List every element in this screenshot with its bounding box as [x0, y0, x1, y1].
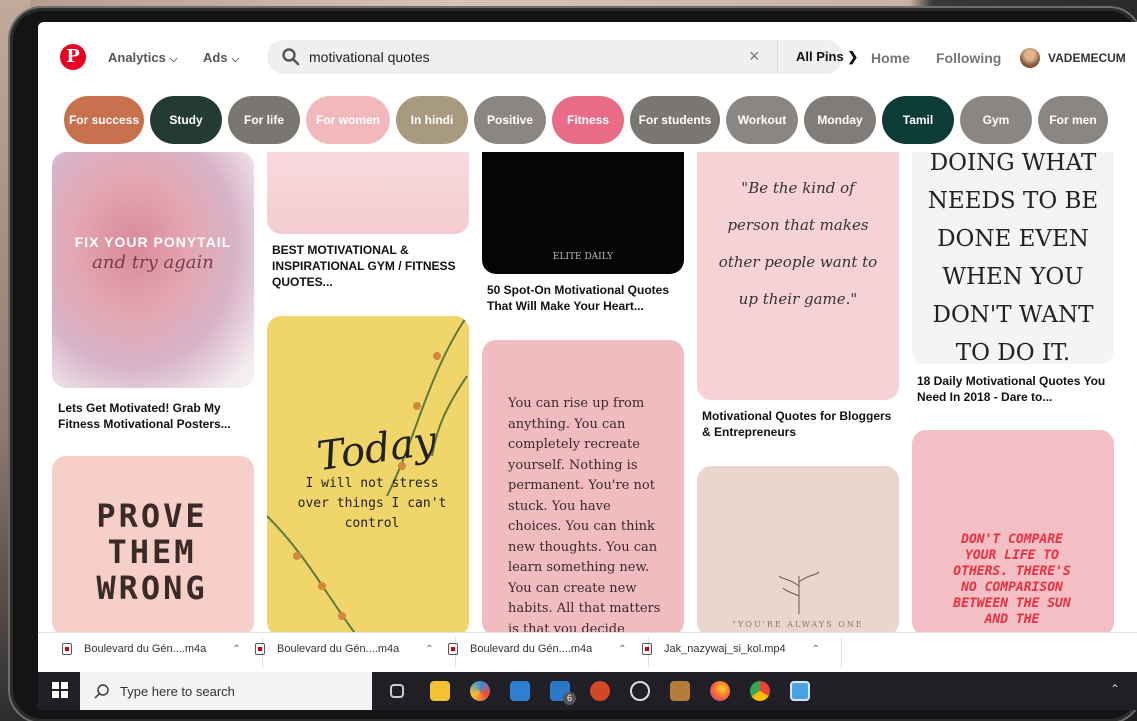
downloads-bar: Boulevard du Gén....m4a ⌃ Boulevard du Gé… — [38, 632, 1137, 672]
pin-text-script: and try again — [92, 252, 214, 273]
pin-text: DON'T COMPARE YOUR LIFE TO OTHERS. THERE… — [953, 532, 1071, 627]
pin-fix-your-ponytail[interactable]: FIX YOUR PONYTAIL and try again — [52, 152, 254, 388]
pin-prove-them-wrong[interactable]: PROVE THEM WRONG — [52, 456, 254, 636]
pin-quote: DOING WHAT NEEDS TO BE DONE EVEN WHEN YO… — [927, 152, 1099, 364]
pin-you-can-rise-up[interactable]: You can rise up from anything. You can c… — [482, 340, 684, 636]
chevron-up-icon[interactable]: ⌃ — [425, 644, 433, 655]
search-icon — [282, 48, 300, 66]
pinterest-header: P Analytics ⌵ Ads ⌵ motivational quotes × … — [38, 22, 1137, 90]
following-link[interactable]: Following — [936, 50, 1001, 66]
chip-fitness[interactable]: Fitness — [552, 96, 624, 144]
pin-caption[interactable]: 50 Spot-On Motivational Quotes That Will… — [487, 282, 683, 314]
pin-today-i-will-not[interactable]: Today I will not stress over things I ca… — [267, 316, 469, 636]
pin-text: I will not stress over things I can't co… — [297, 476, 447, 531]
pin-dont-compare[interactable]: DON'T COMPARE YOUR LIFE TO OTHERS. THERE… — [912, 430, 1114, 636]
chip-workout[interactable]: Workout — [726, 96, 798, 144]
file-icon — [448, 643, 458, 655]
mail-badge: 6 — [563, 692, 576, 705]
file-icon — [62, 643, 72, 655]
pin-text: You can rise up from anything. You can c… — [508, 396, 661, 636]
windows-start-icon[interactable] — [52, 682, 68, 698]
chip-for-women[interactable]: For women — [306, 96, 390, 144]
chrome-icon[interactable] — [750, 681, 770, 701]
home-link[interactable]: Home — [871, 50, 910, 66]
profile-name[interactable]: VADEMECUM — [1048, 51, 1126, 65]
search-input[interactable]: motivational quotes — [309, 49, 430, 65]
pin-quote: "Be the kind of person that makes other … — [718, 179, 878, 308]
task-view-icon[interactable] — [390, 684, 404, 698]
pinterest-logo-icon[interactable]: P — [60, 44, 86, 70]
pin-youre-always-one[interactable]: "YOU'RE ALWAYS ONE — [697, 466, 899, 636]
file-icon — [255, 643, 265, 655]
chip-study[interactable]: Study — [150, 96, 222, 144]
app-icon[interactable] — [470, 681, 490, 701]
pin-caption[interactable]: Motivational Quotes for Bloggers & Entre… — [702, 408, 898, 440]
mail-icon[interactable]: 6 — [550, 681, 576, 705]
browser-screen: P Analytics ⌵ Ads ⌵ motivational quotes × … — [38, 22, 1137, 710]
pin-brand: ELITE DAILY — [552, 252, 614, 262]
pin-caption[interactable]: Lets Get Motivated! Grab My Fitness Moti… — [58, 400, 248, 432]
chevron-down-icon: ❯ — [847, 49, 859, 64]
clear-search-icon[interactable]: × — [749, 46, 760, 67]
chip-in-hindi[interactable]: In hindi — [396, 96, 468, 144]
chip-positive[interactable]: Positive — [474, 96, 546, 144]
avatar[interactable] — [1020, 48, 1040, 68]
ads-menu[interactable]: Ads ⌵ — [203, 50, 239, 65]
pin-caption[interactable]: 18 Daily Motivational Quotes You Need In… — [917, 373, 1117, 405]
download-item[interactable]: Boulevard du Gén....m4a ⌃ — [62, 637, 263, 667]
chip-for-life[interactable]: For life — [228, 96, 300, 144]
all-pins-filter[interactable]: All Pins ❯ — [777, 40, 858, 74]
chevron-up-icon[interactable]: ⌃ — [812, 644, 820, 655]
analytics-menu[interactable]: Analytics ⌵ — [108, 50, 177, 65]
openai-app-icon[interactable] — [630, 681, 650, 701]
firefox-icon[interactable] — [710, 681, 730, 701]
download-item[interactable]: Boulevard du Gén....m4a ⌃ — [448, 637, 649, 667]
pin-elite-daily[interactable]: ELITE DAILY — [482, 152, 684, 274]
pin-caption[interactable]: BEST MOTIVATIONAL & INSPIRATIONAL GYM / … — [272, 242, 468, 290]
chevron-down-icon: ⌵ — [169, 54, 178, 65]
botanical-sketch-icon — [778, 571, 820, 614]
search-icon — [94, 684, 109, 699]
pin-best-gym-quotes[interactable] — [267, 152, 469, 234]
chip-gym[interactable]: Gym — [960, 96, 1032, 144]
pin-text: "YOU'RE ALWAYS ONE — [732, 620, 864, 629]
chip-for-men[interactable]: For men — [1038, 96, 1108, 144]
file-explorer-icon[interactable] — [430, 681, 450, 701]
taskbar-search[interactable]: Type here to search — [80, 672, 372, 710]
chevron-up-icon[interactable]: ⌃ — [618, 644, 626, 655]
chevron-up-icon[interactable]: ⌃ — [232, 644, 240, 655]
store-icon[interactable] — [510, 681, 530, 701]
pin-text: FIX YOUR PONYTAIL — [74, 234, 232, 250]
file-icon — [642, 643, 652, 655]
powerpoint-icon[interactable] — [590, 681, 610, 701]
paint-app-icon[interactable] — [670, 681, 690, 701]
chip-tamil[interactable]: Tamil — [882, 96, 954, 144]
download-item[interactable]: Jak_nazywaj_si_kol.mp4 ⌃ — [642, 637, 843, 667]
download-item[interactable]: Boulevard du Gén....m4a ⌃ — [255, 637, 456, 667]
search-suggestion-chips: For success Study For life For women In … — [64, 96, 1108, 144]
pin-text: PROVE THEM WRONG — [96, 497, 208, 607]
pin-doing-what-needs-to-be-done[interactable]: DOING WHAT NEEDS TO BE DONE EVEN WHEN YO… — [912, 152, 1114, 364]
chevron-down-icon: ⌵ — [231, 54, 240, 65]
chip-monday[interactable]: Monday — [804, 96, 876, 144]
chip-for-students[interactable]: For students — [630, 96, 720, 144]
taskbar-search-placeholder: Type here to search — [120, 683, 235, 699]
chevron-up-icon[interactable]: ⌃ — [1110, 682, 1120, 696]
pin-be-the-kind-of-person[interactable]: "Be the kind of person that makes other … — [697, 152, 899, 400]
search-bar[interactable]: motivational quotes × All Pins ❯ — [267, 40, 858, 74]
windows-taskbar: Type here to search 6 ⌃ — [38, 672, 1137, 710]
photos-icon[interactable] — [790, 681, 810, 701]
chip-for-success[interactable]: For success — [64, 96, 144, 144]
